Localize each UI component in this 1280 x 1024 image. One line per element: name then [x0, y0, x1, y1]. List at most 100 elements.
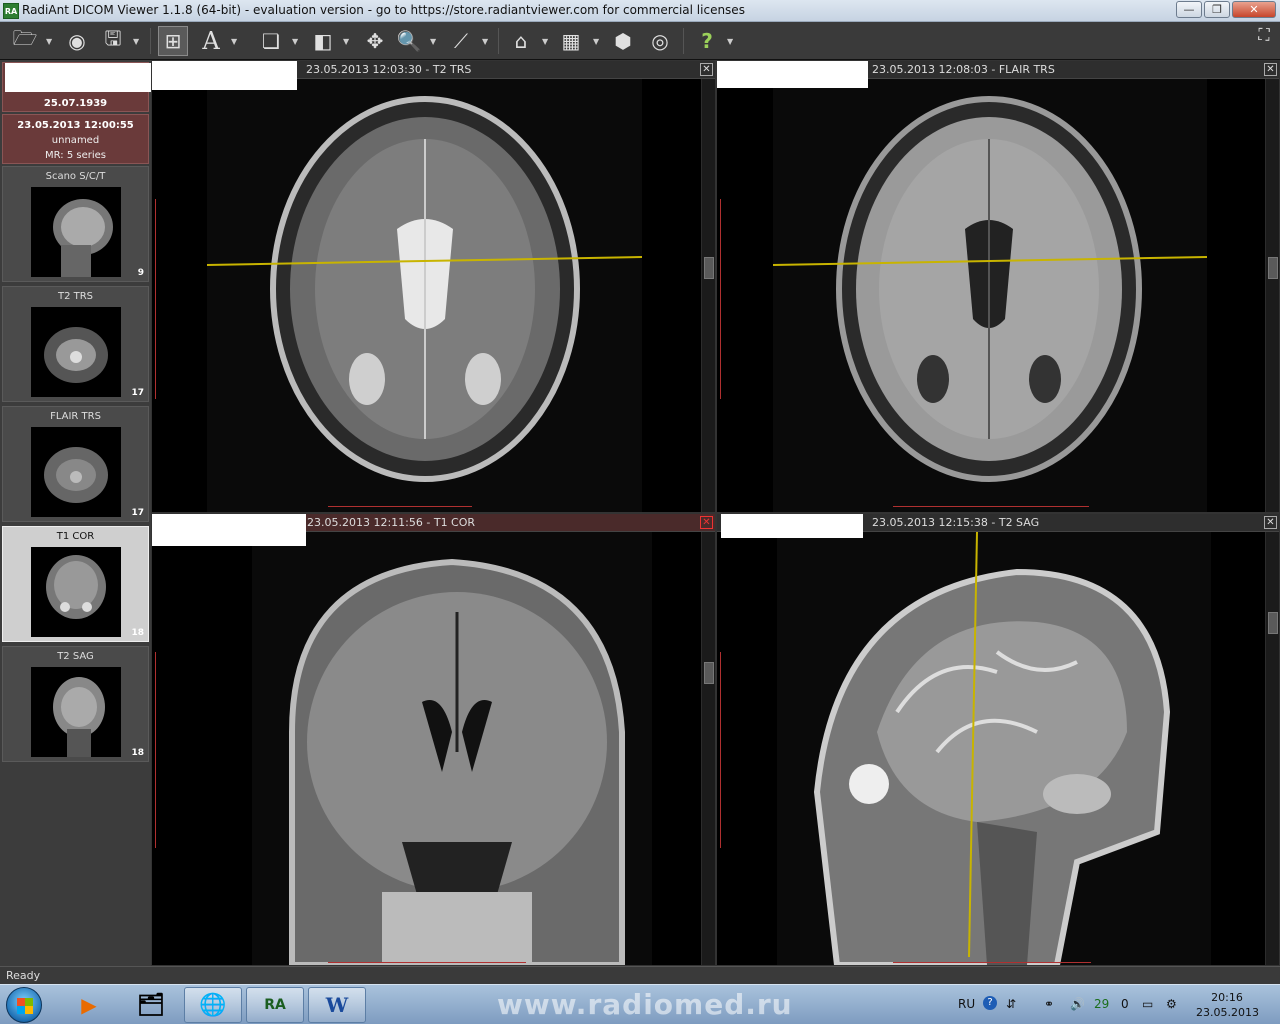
- start-button[interactable]: [6, 987, 42, 1023]
- study-description: unnamed: [51, 135, 100, 146]
- clock[interactable]: 20:16 23.05.2013: [1196, 990, 1259, 1020]
- cine-icon[interactable]: ▦: [556, 26, 586, 56]
- series-item[interactable]: FLAIR TRS 17: [2, 406, 149, 522]
- minimize-button[interactable]: —: [1176, 1, 1202, 18]
- vertical-ruler: [155, 652, 161, 848]
- title-bar: RA RadiAnt DICOM Viewer 1.1.8 (64-bit) -…: [0, 0, 1280, 22]
- window-level-dropdown-icon[interactable]: ▼: [343, 37, 349, 46]
- annotation-icon[interactable]: A: [196, 26, 226, 56]
- zoom-icon[interactable]: 🔍: [394, 26, 424, 56]
- display-icon[interactable]: ▭: [1142, 997, 1153, 1011]
- open-folder-icon[interactable]: 🗁: [10, 26, 40, 56]
- volume-icon[interactable]: 🔊: [1070, 997, 1085, 1011]
- series-item[interactable]: T2 TRS 17: [2, 286, 149, 402]
- viewport-close-icon[interactable]: ✕: [1264, 516, 1277, 529]
- viewport-t1-cor[interactable]: 23.05.2013 12:11:56 - T1 COR ✕: [151, 513, 716, 966]
- help-icon[interactable]: ?: [692, 26, 722, 56]
- scrollbar-thumb[interactable]: [704, 257, 714, 279]
- network-icon[interactable]: ⚭: [1044, 997, 1054, 1011]
- firefox-icon[interactable]: 🌐: [184, 987, 242, 1023]
- media-player-icon[interactable]: ▶: [60, 987, 118, 1023]
- series-image-count: 18: [131, 628, 144, 638]
- viewport-close-icon[interactable]: ✕: [700, 63, 713, 76]
- windows-logo-icon: [17, 998, 33, 1014]
- redacted-overlay: [721, 514, 863, 538]
- viewport-scrollbar[interactable]: [701, 79, 715, 512]
- clock-date: 23.05.2013: [1196, 1006, 1259, 1019]
- viewport-t2-sag[interactable]: 23.05.2013 12:15:38 - T2 SAG ✕: [716, 513, 1280, 966]
- series-item[interactable]: T2 SAG 18: [2, 646, 149, 762]
- window-level-icon[interactable]: ◧: [308, 26, 338, 56]
- scrollbar-thumb[interactable]: [704, 662, 714, 684]
- measure-icon[interactable]: ⟋: [446, 26, 476, 56]
- 3d-dropdown-icon[interactable]: ▼: [542, 37, 548, 46]
- series-item[interactable]: Scano S/C/T 9: [2, 166, 149, 282]
- toolbar-divider: [150, 28, 151, 54]
- language-indicator[interactable]: RU: [958, 997, 975, 1011]
- viewport-flair-trs[interactable]: 23.05.2013 12:08:03 - FLAIR TRS ✕: [716, 60, 1280, 513]
- horizontal-ruler: [893, 501, 1089, 507]
- fullscreen-icon[interactable]: ⛶: [1252, 24, 1276, 46]
- fusion-icon[interactable]: ◎: [645, 26, 675, 56]
- series-image-count: 17: [131, 388, 144, 398]
- mpr-icon[interactable]: ⬢: [608, 26, 638, 56]
- status-text: Ready: [6, 969, 41, 982]
- series-label: FLAIR TRS: [50, 411, 101, 422]
- series-image-count: 9: [137, 268, 144, 278]
- study-info[interactable]: 23.05.2013 12:00:55 unnamed MR: 5 series: [2, 114, 149, 164]
- word-icon[interactable]: W: [308, 987, 366, 1023]
- redacted-overlay: [152, 514, 306, 546]
- measure-dropdown-icon[interactable]: ▼: [482, 37, 488, 46]
- status-bar: Ready: [0, 966, 1280, 984]
- series-image-count: 18: [131, 748, 144, 758]
- study-sidebar: 25.07.1939 23.05.2013 12:00:55 unnamed M…: [0, 60, 297, 966]
- action-center-icon[interactable]: ⚙: [1166, 997, 1177, 1011]
- mri-image: [207, 79, 642, 512]
- viewport-close-icon[interactable]: ✕: [1264, 63, 1277, 76]
- series-label: Scano S/C/T: [45, 171, 106, 182]
- open-dropdown-icon[interactable]: ▼: [46, 37, 52, 46]
- save-dropdown-icon[interactable]: ▼: [133, 37, 139, 46]
- viewport-title: 23.05.2013 12:11:56 - T1 COR: [307, 516, 476, 529]
- series-item-selected[interactable]: T1 COR 18: [2, 526, 149, 642]
- radiant-icon[interactable]: RA: [246, 987, 304, 1023]
- toolbar-divider: [683, 28, 684, 54]
- tray-arrow-icon[interactable]: ⇵: [1006, 997, 1016, 1011]
- tray-counter[interactable]: 29: [1094, 997, 1109, 1011]
- mri-image: [773, 79, 1207, 512]
- help-dropdown-icon[interactable]: ▼: [727, 37, 733, 46]
- series-label: T2 TRS: [57, 291, 94, 302]
- viewport-t2-trs[interactable]: 23.05.2013 12:03:30 - T2 TRS ✕: [151, 60, 716, 513]
- save-icon[interactable]: 🖫: [98, 26, 128, 56]
- viewport-scrollbar[interactable]: [701, 532, 715, 965]
- patient-info[interactable]: 25.07.1939: [2, 62, 297, 112]
- maximize-button[interactable]: ❐: [1204, 1, 1230, 18]
- viewport-title: 23.05.2013 12:08:03 - FLAIR TRS: [872, 63, 1055, 76]
- study-datetime: 23.05.2013 12:00:55: [17, 120, 134, 131]
- tray-counter-2[interactable]: 0: [1121, 997, 1129, 1011]
- vertical-ruler: [720, 199, 726, 399]
- annotation-dropdown-icon[interactable]: ▼: [231, 37, 237, 46]
- close-button[interactable]: ✕: [1232, 1, 1276, 18]
- window-title: RadiAnt DICOM Viewer 1.1.8 (64-bit) - ev…: [22, 3, 745, 17]
- app-icon: RA: [3, 3, 19, 19]
- 3d-icon[interactable]: ⌂: [506, 26, 536, 56]
- cd-dvd-icon[interactable]: ◉: [62, 26, 92, 56]
- series-label: T2 SAG: [57, 651, 94, 662]
- viewport-scrollbar[interactable]: [1265, 532, 1279, 965]
- mri-image: [777, 532, 1211, 965]
- scrollbar-thumb[interactable]: [1268, 257, 1278, 279]
- viewport-scrollbar[interactable]: [1265, 79, 1279, 512]
- cine-dropdown-icon[interactable]: ▼: [593, 37, 599, 46]
- help-tray-icon[interactable]: ?: [983, 996, 997, 1010]
- watermark: www.radiomed.ru: [497, 988, 793, 1021]
- series-icon[interactable]: ❏: [256, 26, 286, 56]
- explorer-icon[interactable]: 🗂: [122, 987, 180, 1023]
- layout-icon[interactable]: ⊞: [158, 26, 188, 56]
- viewport-close-icon[interactable]: ✕: [700, 516, 713, 529]
- series-thumbnail: [31, 427, 121, 517]
- scrollbar-thumb[interactable]: [1268, 612, 1278, 634]
- zoom-dropdown-icon[interactable]: ▼: [430, 37, 436, 46]
- pan-icon[interactable]: ✥: [360, 26, 390, 56]
- series-dropdown-icon[interactable]: ▼: [292, 37, 298, 46]
